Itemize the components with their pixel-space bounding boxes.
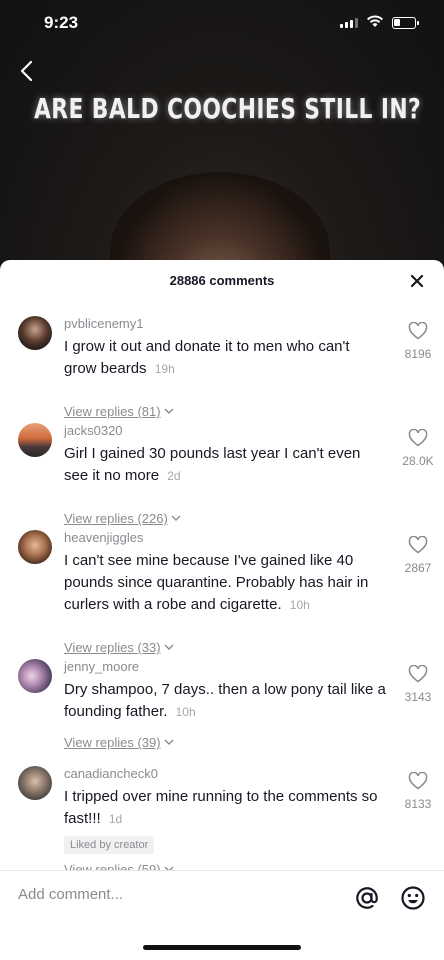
- view-replies-link[interactable]: View replies (226): [64, 511, 181, 526]
- avatar[interactable]: [18, 659, 52, 693]
- like-count: 8133: [404, 797, 432, 811]
- comment-text: I can't see mine because I've gained lik…: [64, 550, 386, 616]
- view-replies-label: View replies (226): [64, 511, 168, 526]
- view-replies-label: View replies (39): [64, 735, 161, 750]
- view-replies-label: View replies (33): [64, 640, 161, 655]
- comment-body: Dry shampoo, 7 days.. then a low pony ta…: [64, 681, 386, 720]
- view-replies-link[interactable]: View replies (59): [64, 862, 174, 870]
- comment-username[interactable]: jenny_moore: [64, 659, 139, 674]
- comment-time: 1d: [108, 812, 123, 826]
- view-replies-link[interactable]: View replies (33): [64, 640, 174, 655]
- liked-by-creator-badge: Liked by creator: [64, 836, 155, 854]
- comment-time: 2d: [167, 469, 181, 483]
- avatar[interactable]: [18, 423, 52, 457]
- comment-time: 19h: [154, 362, 175, 376]
- chevron-down-icon: [171, 515, 181, 521]
- chevron-down-icon: [164, 408, 174, 414]
- video-background: 9:23 ARE BALD COOCHIES STILL IN?: [0, 0, 444, 300]
- like-count: 28.0K: [402, 454, 434, 468]
- add-comment-input[interactable]: [18, 886, 318, 903]
- comment-text: Dry shampoo, 7 days.. then a low pony ta…: [64, 679, 386, 723]
- heart-outline-icon: [408, 535, 428, 554]
- video-caption: ARE BALD COOCHIES STILL IN?: [34, 92, 422, 125]
- comment-time: 10h: [175, 705, 196, 719]
- at-sign-icon[interactable]: [354, 885, 380, 911]
- like-button[interactable]: 28.0K: [396, 428, 440, 468]
- avatar[interactable]: [18, 530, 52, 564]
- like-button[interactable]: 3143: [396, 664, 440, 704]
- chevron-left-icon[interactable]: [14, 56, 40, 86]
- like-count: 3143: [404, 690, 432, 704]
- comment-list[interactable]: pvblicenemy1 I grow it out and donate it…: [0, 302, 444, 870]
- comment-username[interactable]: heavenjiggles: [64, 530, 144, 545]
- comment-text: I tripped over mine running to the comme…: [64, 786, 386, 830]
- comment-body: I can't see mine because I've gained lik…: [64, 552, 369, 613]
- comment-username[interactable]: canadiancheck0: [64, 766, 158, 781]
- close-icon[interactable]: [406, 270, 428, 292]
- comments-sheet: 28886 comments pvblicenemy1 I grow it ou…: [0, 260, 444, 960]
- heart-outline-icon: [408, 428, 428, 447]
- comment-time: 10h: [289, 598, 310, 612]
- heart-outline-icon: [408, 664, 428, 683]
- like-button[interactable]: 8133: [396, 771, 440, 811]
- view-replies-label: View replies (81): [64, 404, 161, 419]
- chevron-down-icon: [164, 644, 174, 650]
- heart-outline-icon: [408, 771, 428, 790]
- comment-text: I grow it out and donate it to men who c…: [64, 336, 386, 380]
- comments-header: 28886 comments: [0, 260, 444, 302]
- avatar[interactable]: [18, 766, 52, 800]
- view-replies-label: View replies (59): [64, 862, 161, 870]
- status-bar: 9:23: [0, 0, 444, 44]
- comments-count-title: 28886 comments: [169, 273, 275, 288]
- view-replies-link[interactable]: View replies (81): [64, 404, 174, 419]
- like-button[interactable]: 8196: [396, 321, 440, 361]
- home-indicator[interactable]: [143, 945, 301, 950]
- battery-icon: [392, 17, 419, 29]
- wifi-icon: [367, 15, 383, 27]
- smiley-icon[interactable]: [400, 885, 426, 911]
- like-count: 2867: [404, 561, 432, 575]
- like-count: 8196: [404, 347, 432, 361]
- heart-outline-icon: [408, 321, 428, 340]
- chevron-down-icon: [164, 739, 174, 745]
- avatar[interactable]: [18, 316, 52, 350]
- comment-username[interactable]: pvblicenemy1: [64, 316, 144, 331]
- comment-body: Girl I gained 30 pounds last year I can'…: [64, 445, 361, 484]
- comment-username[interactable]: jacks0320: [64, 423, 123, 438]
- comment-body: I grow it out and donate it to men who c…: [64, 338, 350, 377]
- comment-text: Girl I gained 30 pounds last year I can'…: [64, 443, 386, 487]
- add-comment-bar: [0, 870, 444, 926]
- view-replies-link[interactable]: View replies (39): [64, 735, 174, 750]
- signal-icon: [340, 18, 358, 28]
- status-time: 9:23: [44, 13, 79, 32]
- like-button[interactable]: 2867: [396, 535, 440, 575]
